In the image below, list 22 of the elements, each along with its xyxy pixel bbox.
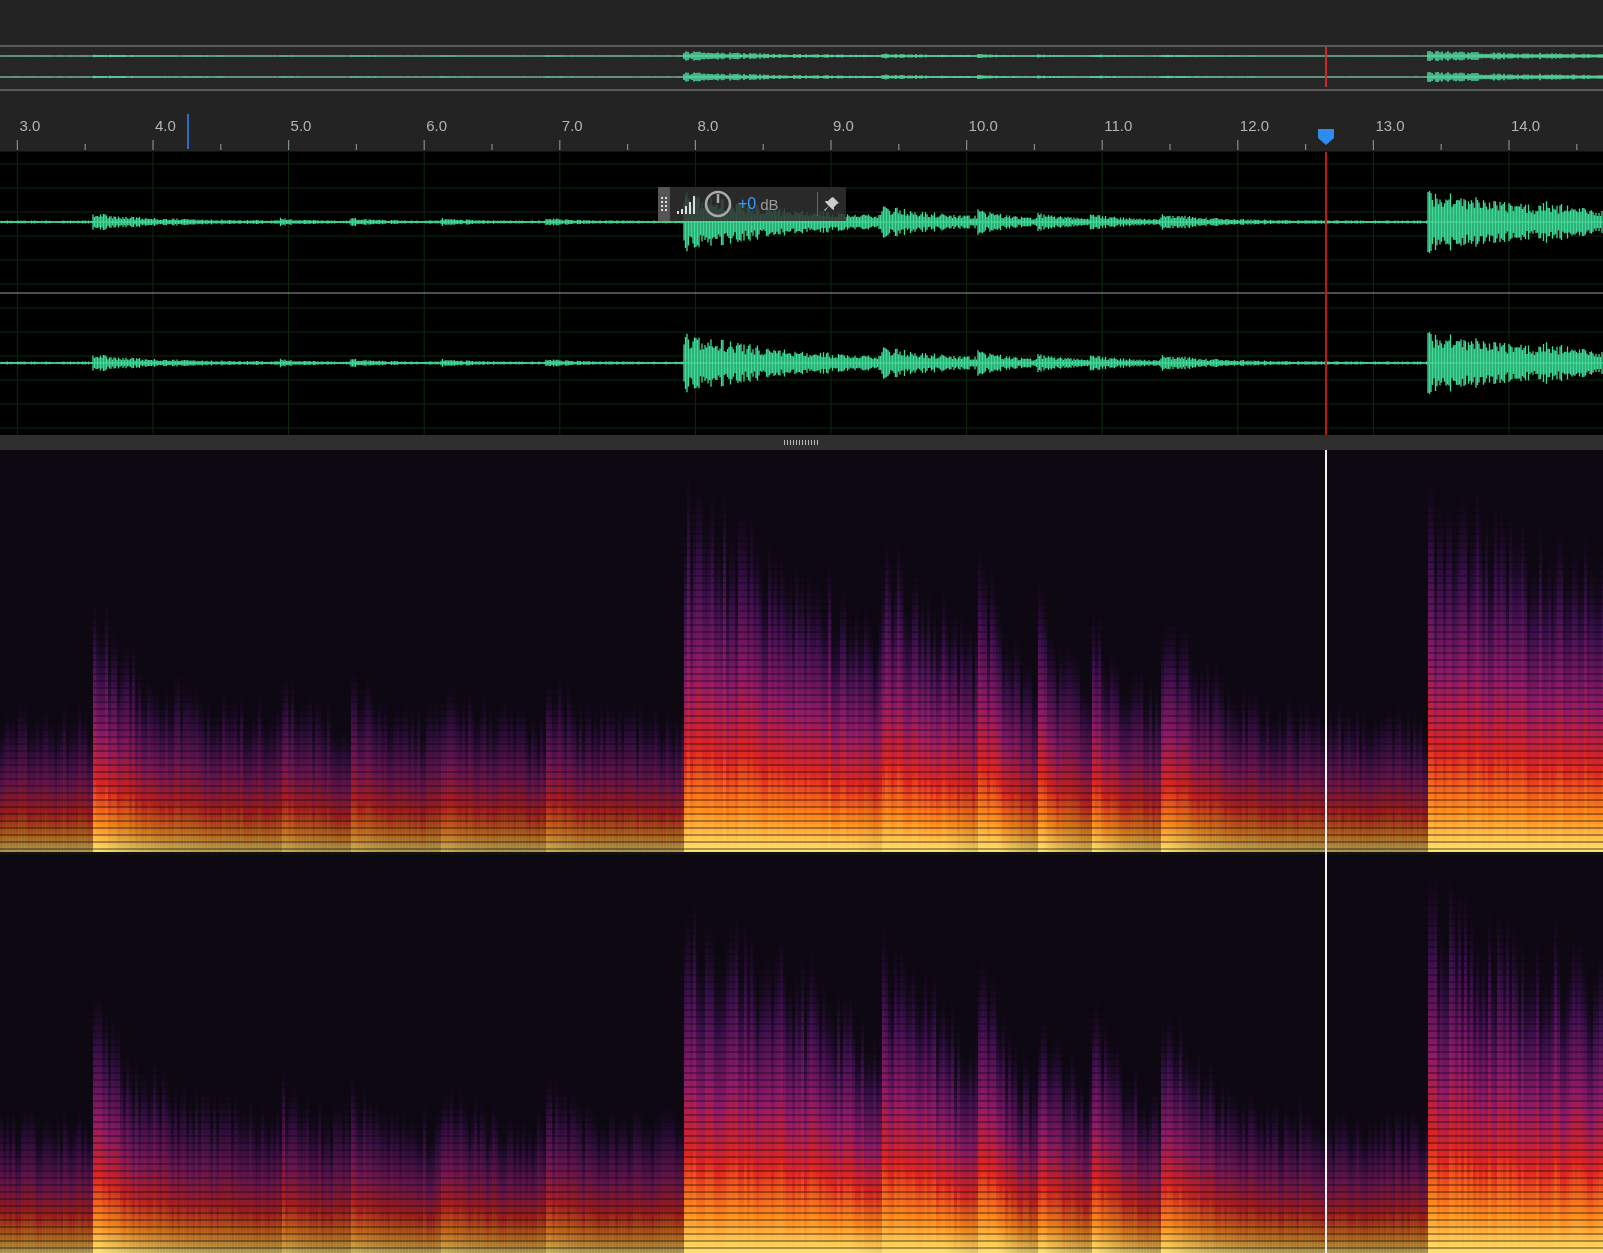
pin-icon[interactable] [824, 196, 840, 213]
playhead-marker-icon[interactable] [1318, 129, 1334, 146]
time-label: 13.0 [1375, 117, 1405, 135]
marker-line [187, 114, 189, 150]
time-label: 5.0 [290, 117, 312, 135]
time-label: 11.0 [1104, 117, 1133, 135]
time-label: 10.0 [968, 117, 998, 135]
time-label: 7.0 [561, 117, 583, 135]
time-label: 8.0 [697, 117, 719, 135]
playhead-line [1325, 47, 1327, 87]
time-label: 9.0 [833, 117, 854, 135]
time-label: 14.0 [1511, 117, 1541, 135]
time-label: 3.0 [19, 117, 41, 135]
drag-handle[interactable] [658, 187, 670, 222]
gain-value[interactable]: +0 [738, 195, 757, 214]
time-label: 4.0 [155, 117, 176, 135]
gain-unit: dB [760, 195, 779, 213]
level-bars-icon [676, 193, 698, 216]
volume-knob-icon[interactable] [704, 190, 732, 219]
time-label: 12.0 [1239, 117, 1269, 135]
time-label: 6.0 [426, 117, 448, 135]
resize-grip-icon[interactable] [783, 440, 820, 446]
